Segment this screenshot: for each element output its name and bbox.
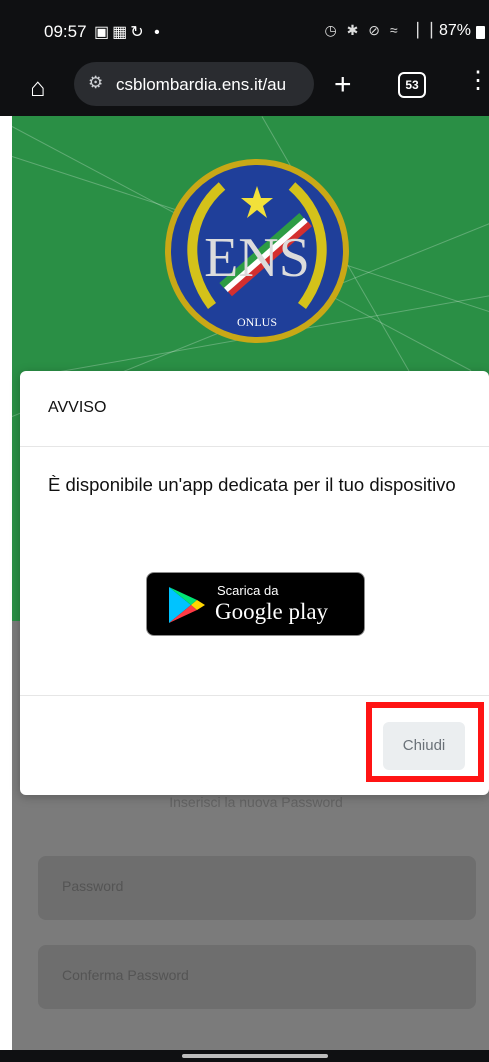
notification-icons: ▣▦↻ • [94,24,163,41]
site-settings-icon[interactable]: ⚙ [88,73,103,93]
tab-switcher-icon[interactable]: 53 [398,72,426,98]
confirm-password-field[interactable]: Conferma Password [38,945,476,1009]
new-password-label: Inserisci la nuova Password [169,794,343,810]
logo-subtitle: ONLUS [237,315,277,329]
logo-text: ENS [204,227,310,289]
password-field[interactable]: Password [38,856,476,920]
more-vert-icon[interactable]: ⋮ [466,69,489,93]
dialog-title: AVVISO [48,399,107,416]
home-icon[interactable]: ⌂ [30,72,46,103]
dialog-footer-divider [20,695,489,696]
confirm-password-placeholder: Conferma Password [62,967,189,983]
ens-logo: ENS ONLUS [165,159,349,343]
badge-line1: Scarica da [217,583,279,598]
google-play-badge[interactable]: Scarica da Google play [146,572,365,636]
new-tab-icon[interactable]: + [334,68,352,102]
battery-level: 87% [438,22,471,39]
dialog-message: È disponibile un'app dedicata per il tuo… [48,474,456,495]
browser-toolbar: ⌂ ⚙ csblombardia.ens.it/au + 53 ⋮ [0,60,489,116]
status-bar: 09:57 ▣▦↻ • ◷ ✱ ⊘ ≈ ▕▕ 87% [0,0,489,60]
url-text[interactable]: csblombardia.ens.it/au [116,75,306,95]
password-placeholder: Password [62,878,124,894]
dialog-divider [20,446,489,447]
highlight-box [366,702,484,782]
gesture-handle[interactable] [182,1054,328,1058]
battery-icon [476,26,485,39]
google-play-icon [169,587,205,623]
address-bar[interactable]: ⚙ csblombardia.ens.it/au [74,62,314,106]
badge-line2: Google play [215,599,329,624]
system-icons: ◷ ✱ ⊘ ≈ ▕▕ [324,22,435,38]
status-time: 09:57 [44,22,87,41]
